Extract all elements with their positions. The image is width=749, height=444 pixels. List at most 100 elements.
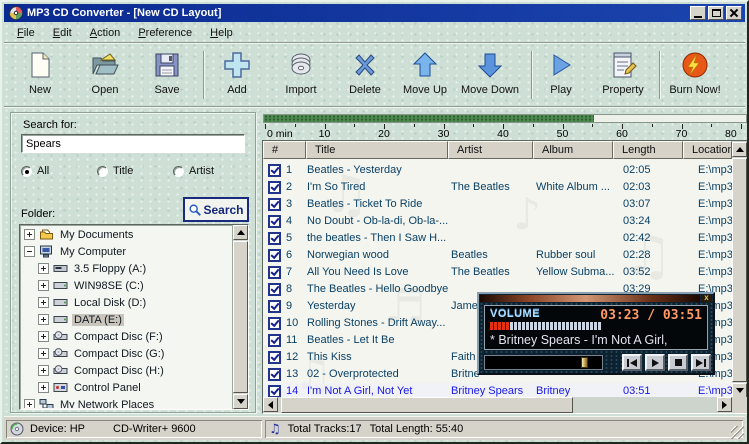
volume-meter[interactable] [490, 322, 601, 330]
player-stop-button[interactable] [668, 354, 688, 371]
radio-dot[interactable] [97, 165, 108, 177]
collapse-toggle-icon[interactable] [24, 246, 35, 257]
radio-dot[interactable] [21, 165, 32, 177]
column-header-album[interactable]: Album [533, 141, 613, 159]
scroll-left-button[interactable] [263, 397, 278, 412]
radio-artist[interactable]: Artist [173, 165, 214, 177]
tree-item-label[interactable]: DATA (E:) [72, 313, 124, 326]
tree-scrollbar[interactable] [232, 225, 248, 409]
tree-item-label[interactable]: Compact Disc (H:) [72, 365, 166, 377]
track-row[interactable]: 1 Beatles - Yesterday 02:05 E:\mp3\ [263, 162, 732, 179]
track-checkbox[interactable] [268, 249, 281, 262]
expand-toggle-icon[interactable] [24, 399, 35, 408]
menu-preference[interactable]: Preference [129, 24, 201, 42]
expand-toggle-icon[interactable] [38, 382, 49, 393]
tree-scroll-down-button[interactable] [233, 394, 248, 409]
column-header-artist[interactable]: Artist [448, 141, 533, 159]
track-checkbox[interactable] [268, 334, 281, 347]
expand-toggle-icon[interactable] [38, 263, 49, 274]
track-checkbox[interactable] [268, 317, 281, 330]
track-checkbox[interactable] [268, 300, 281, 313]
player-play-button[interactable] [645, 354, 665, 371]
search-input[interactable] [21, 134, 245, 153]
column-header-length[interactable]: Length [613, 141, 683, 159]
track-checkbox[interactable] [268, 215, 281, 228]
expand-toggle-icon[interactable] [24, 229, 35, 240]
tree-item-control-panel[interactable]: Control Panel [21, 379, 232, 396]
track-row[interactable]: 3 Beatles - Ticket To Ride 03:07 E:\mp3\ [263, 196, 732, 213]
track-row[interactable]: 2 I'm So Tired The Beatles White Album ... 0… [263, 179, 732, 196]
expand-toggle-icon[interactable] [38, 314, 49, 325]
expand-toggle-icon[interactable] [38, 331, 49, 342]
resize-grip[interactable] [731, 426, 744, 439]
property-button[interactable]: Property [592, 49, 654, 103]
track-checkbox[interactable] [268, 351, 281, 364]
scroll-right-button[interactable] [717, 397, 732, 412]
tree-item-compact-disc-g[interactable]: Compact Disc (G:) [21, 345, 232, 362]
previous-track-button[interactable] [622, 354, 642, 371]
track-checkbox[interactable] [268, 181, 281, 194]
open-button[interactable]: Open [78, 49, 132, 103]
tree-item-label[interactable]: Local Disk (D:) [72, 297, 148, 309]
title-bar[interactable]: MP3 CD Converter - [New CD Layout] [4, 4, 745, 22]
menu-edit[interactable]: Edit [44, 24, 81, 42]
tree-item-label[interactable]: My Network Places [58, 399, 156, 409]
radio-title[interactable]: Title [97, 165, 133, 177]
add-button[interactable]: Add [210, 49, 264, 103]
tree-item-compact-disc-h[interactable]: Compact Disc (H:) [21, 362, 232, 379]
tree-item-label[interactable]: Control Panel [72, 382, 143, 394]
tree-scroll-up-button[interactable] [233, 225, 248, 240]
tree-scroll-thumb[interactable] [233, 241, 248, 393]
track-row[interactable]: 5 the beatles - Then I Saw H... 02:42 E:\mp… [263, 230, 732, 247]
tree-item-label[interactable]: Compact Disc (G:) [72, 348, 166, 360]
track-checkbox[interactable] [268, 266, 281, 279]
menu-help[interactable]: Help [201, 24, 242, 42]
column-header-number[interactable]: # [263, 141, 306, 159]
import-button[interactable]: Import [274, 49, 328, 103]
maximize-button[interactable] [708, 6, 724, 20]
menu-file[interactable]: File [8, 24, 44, 42]
player-seek-slider[interactable] [484, 355, 603, 370]
tree-item-label[interactable]: WIN98SE (C:) [72, 280, 146, 292]
next-track-button[interactable] [691, 354, 711, 371]
track-checkbox[interactable] [268, 164, 281, 177]
tree-item-my-network-places[interactable]: My Network Places [21, 396, 232, 408]
play-button[interactable]: Play [536, 49, 586, 103]
save-button[interactable]: Save [140, 49, 194, 103]
scroll-up-button[interactable] [732, 142, 747, 157]
player-title-strip[interactable] [480, 295, 700, 302]
track-row[interactable]: 4 No Doubt - Ob-la-di, Ob-la-... 03:24 E:\m… [263, 213, 732, 230]
scroll-down-button[interactable] [732, 383, 747, 398]
move-up-button[interactable]: Move Up [396, 49, 454, 103]
track-row[interactable]: 7 All You Need Is Love The Beatles Yellow S… [263, 264, 732, 281]
player-close-button[interactable]: x [701, 294, 712, 302]
column-header-title[interactable]: Title [306, 141, 448, 159]
menu-action[interactable]: Action [81, 24, 130, 42]
radio-dot[interactable] [173, 165, 184, 177]
minimize-button[interactable] [690, 6, 706, 20]
burn-now-button[interactable]: Burn Now! [664, 49, 726, 103]
expand-toggle-icon[interactable] [38, 365, 49, 376]
tree-item-label[interactable]: 3.5 Floppy (A:) [72, 263, 148, 275]
track-checkbox[interactable] [268, 198, 281, 211]
expand-toggle-icon[interactable] [38, 348, 49, 359]
tree-item-local-disk-d[interactable]: Local Disk (D:) [21, 294, 232, 311]
expand-toggle-icon[interactable] [38, 280, 49, 291]
tree-item-label[interactable]: My Computer [58, 246, 128, 258]
tree-item-compact-disc-f[interactable]: Compact Disc (F:) [21, 328, 232, 345]
mini-player[interactable]: x VOLUME 03:23 / 03:51 * Britney Spears … [477, 292, 715, 375]
column-header-location[interactable]: Location [683, 141, 732, 159]
track-row[interactable]: 6 Norwegian wood Beatles Rubber soul 02:28 E:… [263, 247, 732, 264]
move-down-button[interactable]: Move Down [454, 49, 526, 103]
close-button[interactable] [726, 6, 742, 20]
tree-item-my-computer[interactable]: My Computer [21, 243, 232, 260]
tree-item-label[interactable]: My Documents [58, 229, 135, 241]
new-button[interactable]: New [16, 49, 64, 103]
radio-all[interactable]: All [21, 165, 49, 177]
horizontal-scroll-thumb[interactable] [281, 397, 573, 413]
expand-toggle-icon[interactable] [38, 297, 49, 308]
tree-item-win98se-c[interactable]: WIN98SE (C:) [21, 277, 232, 294]
tree-item-label[interactable]: Compact Disc (F:) [72, 331, 165, 343]
search-button[interactable]: Search [183, 197, 249, 222]
tree-item-3-5-floppy-a[interactable]: 3.5 Floppy (A:) [21, 260, 232, 277]
